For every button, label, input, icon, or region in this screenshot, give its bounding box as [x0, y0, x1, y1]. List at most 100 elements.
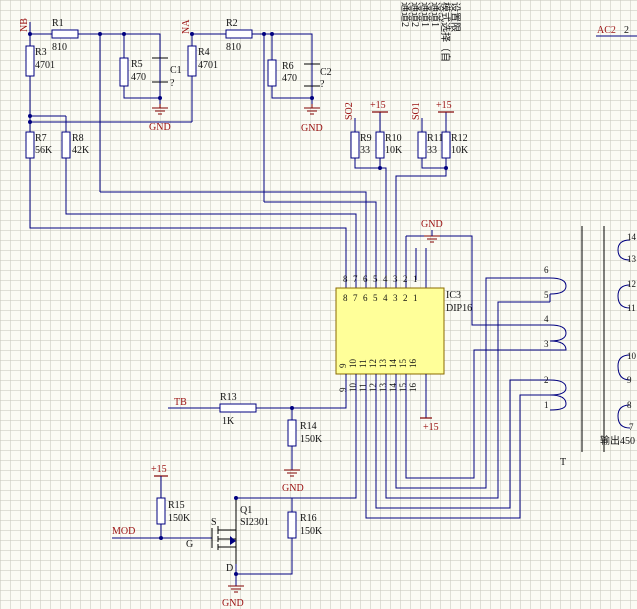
- t-pin-1: 1: [544, 400, 549, 410]
- ic3-pin-label-outer: 16: [408, 383, 418, 393]
- t-pin-13: 13: [627, 254, 637, 264]
- net-nb: NB: [19, 18, 30, 32]
- ic3-pin-label-outer: 6: [363, 274, 368, 284]
- gnd-symbol-2: [304, 104, 320, 115]
- p15-label-d: +15: [151, 464, 167, 475]
- r13-ref: R13: [220, 392, 237, 403]
- r4-value: 4701: [198, 60, 218, 71]
- t-pin-11: 11: [627, 303, 636, 313]
- r5-body: [119, 57, 129, 87]
- q1-value: SI2301: [240, 517, 269, 528]
- ac2-pin: 2: [624, 25, 629, 36]
- ic3-pin-label-outer: 7: [353, 274, 358, 284]
- net-tb: TB: [174, 397, 187, 408]
- r1-ref: R1: [52, 18, 64, 29]
- ic3-pin-label-inner: 5: [373, 293, 378, 303]
- c1-ref: C1: [170, 65, 182, 76]
- gnd-label-3: GND: [421, 219, 443, 230]
- schematic-canvas: R1 810 R3 4701 R5 470 C1 ? GND R4 4701 N…: [19, 2, 637, 609]
- transformer-t: T 6 5 4 3 2 1 14 13 12 11 10 9 8 7 输出450: [544, 226, 637, 468]
- ic3-pin-label-inner: 11: [358, 359, 368, 368]
- na-input-network: R2 810 R6 470 C2 ? GND: [190, 18, 332, 202]
- r15-ref: R15: [168, 500, 185, 511]
- r6-value: 470: [282, 73, 297, 84]
- ic3-pin-label-inner: 9: [338, 363, 348, 368]
- ic3-pin-label-inner: 3: [393, 293, 398, 303]
- gnd-symbol-1: [152, 104, 168, 115]
- gnd-label-4: GND: [282, 483, 304, 494]
- ic3-ref: IC3: [446, 290, 461, 301]
- r15-value: 150K: [168, 513, 191, 524]
- c1-value: ?: [170, 78, 175, 89]
- ic3-pin-label-inner: 7: [353, 293, 358, 303]
- r16-ref: R16: [300, 513, 317, 524]
- r14-ref: R14: [300, 421, 317, 432]
- ic3-pin-label-inner: 12: [368, 359, 378, 368]
- r7-ref: R7: [35, 133, 47, 144]
- ic3-pin-label-inner: 16: [408, 359, 418, 369]
- r11-value: 33: [427, 145, 437, 156]
- r3-value: 4701: [35, 60, 55, 71]
- ic3-pin-label-inner: 8: [343, 293, 348, 303]
- feedback-resistors: R7 56K R8 42K: [25, 131, 377, 280]
- tb-network: R13 1K TB R14 150K GND: [168, 392, 323, 494]
- q1-ref: Q1: [240, 505, 252, 516]
- r2-ref: R2: [226, 18, 238, 29]
- ic3-pin-label-inner: 14: [388, 359, 398, 369]
- ic3-pin-label-inner: 4: [383, 293, 388, 303]
- r5-ref: R5: [131, 59, 143, 70]
- c2-value: ?: [320, 79, 325, 90]
- note-text: 设置限: [449, 2, 461, 32]
- r13-value: 1K: [222, 416, 235, 427]
- r2-body: [225, 29, 253, 39]
- r9-value: 33: [360, 145, 370, 156]
- t-pin-7: 7: [629, 422, 634, 432]
- ic3-pin-label-inner: 1: [413, 293, 418, 303]
- design-notes: 通道2 通道2 通道1 通道1 模式选择（自 设置限: [399, 2, 461, 62]
- net-mod: MOD: [112, 526, 135, 537]
- t-pin-14: 14: [627, 232, 637, 242]
- t-pin-8: 8: [627, 400, 632, 410]
- t-pin-4: 4: [544, 314, 549, 324]
- r3-ref: R3: [35, 47, 47, 58]
- gnd-label-5: GND: [222, 598, 244, 609]
- r1-value: 810: [52, 42, 67, 53]
- ic3-pin-label-inner: 6: [363, 293, 368, 303]
- r16-value: 150K: [300, 526, 323, 537]
- t-pin-3: 3: [544, 339, 549, 349]
- p15-label-c: +15: [423, 422, 439, 433]
- r11-ref: R11: [427, 133, 443, 144]
- r5-value: 470: [131, 72, 146, 83]
- r7-value: 56K: [35, 145, 53, 156]
- r12-value: 10K: [451, 145, 469, 156]
- q1-mosfet-symbol: [211, 498, 237, 564]
- t-pin-9: 9: [627, 375, 632, 385]
- gnd-label-1: GND: [149, 122, 171, 133]
- ic3-pin-label-inner: 10: [348, 359, 358, 369]
- ic3-pin-label-outer: 4: [383, 274, 388, 284]
- r14-value: 150K: [300, 434, 323, 445]
- t-pin-2: 2: [544, 375, 549, 385]
- r10-ref: R10: [385, 133, 402, 144]
- ic3-value: DIP16: [446, 303, 472, 314]
- net-so1: SO1: [411, 102, 422, 120]
- r1-body: [51, 29, 79, 39]
- r10-value: 10K: [385, 145, 403, 156]
- ic3-pin-label-outer: 2: [403, 274, 408, 284]
- r2-value: 810: [226, 42, 241, 53]
- t-pin-12: 12: [627, 279, 636, 289]
- q1-source-label: S: [211, 517, 217, 528]
- transformer-ref: T: [560, 457, 566, 468]
- r4-ref: R4: [198, 47, 210, 58]
- r4-body: [187, 45, 197, 77]
- net-so2: SO2: [344, 102, 355, 120]
- r6-body: [267, 59, 277, 87]
- p15-label-b: +15: [436, 100, 452, 111]
- nb-input-network: R1 810 R3 4701 R5 470 C1 ? GND R4 4701: [25, 18, 218, 192]
- ic3-pin-label-inner: 15: [398, 359, 408, 369]
- r6-ref: R6: [282, 61, 294, 72]
- net-na: NA: [181, 19, 192, 34]
- c2-ref: C2: [320, 67, 332, 78]
- r8-ref: R8: [72, 133, 84, 144]
- gnd-label-2: GND: [301, 123, 323, 134]
